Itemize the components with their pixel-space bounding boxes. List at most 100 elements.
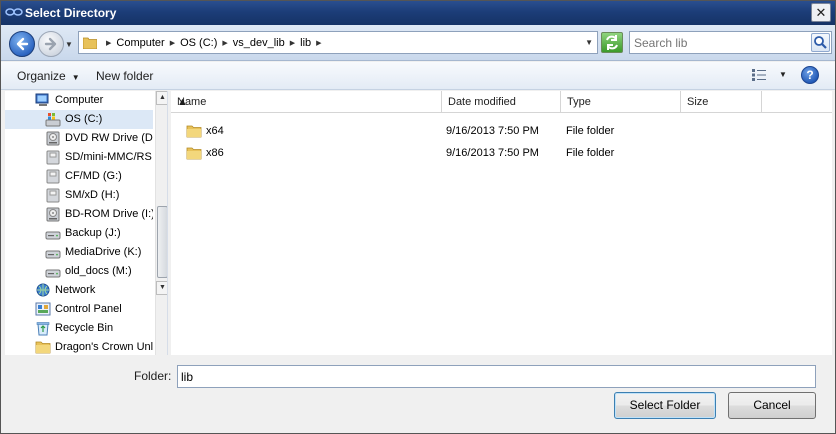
breadcrumb: ▶ Computer ▶ OS (C:) ▶ vs_dev_lib ▶ lib … [101,32,327,53]
navigation-pane[interactable]: Computer OS (C:) DVD RW Drive (D: SD/mini-M… [5,91,168,355]
folder-icon [186,147,202,160]
sidebar-item-mediadrive-k[interactable]: MediaDrive (K:) [5,243,153,262]
command-toolbar: Organize ▼ New folder ▼ ? [1,62,835,90]
select-folder-button[interactable]: Select Folder [614,392,716,419]
folder-field[interactable] [177,365,816,388]
title-bar[interactable]: Select Directory ✕ [1,1,835,25]
forward-button[interactable] [38,31,64,57]
scroll-up-icon[interactable]: ▲ [156,91,167,105]
view-chevron-down-icon[interactable]: ▼ [779,70,787,79]
sidebar-item-label: BD-ROM Drive (I:) [65,208,153,220]
column-header-size[interactable]: Size [681,91,762,113]
sidebar-item-os-c[interactable]: OS (C:) [5,110,153,129]
sidebar-item-computer[interactable]: Computer [5,91,153,110]
organize-menu[interactable]: Organize ▼ [17,69,80,83]
file-date: 9/16/2013 7:50 PM [446,147,539,159]
recent-locations-chevron-down-icon[interactable]: ▼ [65,40,75,49]
close-button[interactable]: ✕ [811,3,831,22]
column-header-size-label: Size [687,96,709,108]
select-directory-dialog: Select Directory ✕ ▼ ▶ Computer ▶ OS (C:… [0,0,836,434]
chevron-right-icon[interactable]: ▶ [222,39,227,47]
folder-input[interactable] [181,368,801,385]
help-button[interactable]: ? [801,66,819,84]
breadcrumb-lib[interactable]: lib [300,37,311,49]
sidebar-item-label: SM/xD (H:) [65,189,120,201]
file-date: 9/16/2013 7:50 PM [446,125,539,137]
chevron-right-icon[interactable]: ▶ [290,39,295,47]
back-button[interactable] [9,31,35,57]
folder-icon [83,37,97,49]
sidebar-item-old-docs-m[interactable]: old_docs (M:) [5,262,153,281]
navigation-scrollbar[interactable]: ▲ ▼ [155,91,167,355]
chevron-right-icon[interactable]: ▶ [170,39,175,47]
back-arrow-icon [16,37,29,51]
search-box[interactable] [629,31,832,54]
file-name: x86 [206,147,224,159]
sidebar-item-backup-j[interactable]: Backup (J:) [5,224,153,243]
hard-drive-icon [45,269,61,278]
refresh-button[interactable] [601,32,623,53]
search-icon [814,36,827,49]
table-row[interactable]: x86 9/16/2013 7:50 PM File folder [171,142,832,164]
close-icon: ✕ [815,5,827,20]
scrollbar-thumb[interactable] [157,206,167,278]
column-header-name[interactable]: Name ▲ [171,91,442,113]
sidebar-item-dragon-s-crown-unlo[interactable]: Dragon's Crown Unlo [5,338,153,355]
column-header-filler [762,91,832,113]
sidebar-item-label: OS (C:) [65,113,103,125]
breadcrumb-os-c[interactable]: OS (C:) [180,37,217,49]
sidebar-item-label: Backup (J:) [65,227,121,239]
column-header-type-label: Type [567,96,591,108]
forward-arrow-icon [44,37,57,51]
sidebar-item-network[interactable]: Network [5,281,153,300]
address-bar[interactable]: ▶ Computer ▶ OS (C:) ▶ vs_dev_lib ▶ lib … [78,31,598,54]
chevron-right-icon[interactable]: ▶ [106,39,111,47]
sidebar-item-recycle-bin[interactable]: Recycle Bin [5,319,153,338]
address-history-chevron-down-icon[interactable]: ▼ [585,38,593,47]
folder-icon [35,341,51,354]
windows-drive-icon [45,113,61,127]
folder-icon [186,125,202,138]
chevron-right-icon[interactable]: ▶ [316,39,321,47]
file-type: File folder [566,125,615,137]
card-drive-icon [46,188,60,203]
sidebar-item-control-panel[interactable]: Control Panel [5,300,153,319]
sidebar-item-bd-rom-drive-i[interactable]: BD-ROM Drive (I:) [5,205,153,224]
sidebar-item-label: Dragon's Crown Unlo [55,341,153,353]
breadcrumb-vs-dev-lib[interactable]: vs_dev_lib [233,37,285,49]
sidebar-item-label: CF/MD (G:) [65,170,122,182]
recycle-bin-icon [36,322,50,336]
view-options-icon[interactable] [751,68,767,82]
search-input[interactable] [634,34,808,51]
column-header-date-modified[interactable]: Date modified [442,91,561,113]
chevron-down-icon: ▼ [71,73,80,82]
organize-label: Organize [17,69,66,83]
sidebar-item-sm-xd-h[interactable]: SM/xD (H:) [5,186,153,205]
new-folder-button[interactable]: New folder [96,69,153,83]
computer-icon [35,93,49,106]
sidebar-item-label: Control Panel [55,303,122,315]
scroll-down-icon[interactable]: ▼ [156,281,167,295]
card-drive-icon [46,150,60,165]
control-panel-icon [35,302,51,316]
sidebar-item-dvd-rw-drive-d[interactable]: DVD RW Drive (D: [5,129,153,148]
new-folder-label: New folder [96,69,154,83]
optical-drive-icon [46,131,60,146]
sidebar-item-sd-mini-mmc-rs[interactable]: SD/mini-MMC/RS ( [5,148,153,167]
sidebar-item-label: Network [55,284,96,296]
sidebar-item-label: DVD RW Drive (D: [65,132,153,144]
hard-drive-icon [45,250,61,259]
column-header-type[interactable]: Type [561,91,681,113]
cancel-button[interactable]: Cancel [728,392,816,419]
sidebar-item-label: MediaDrive (K:) [65,246,142,258]
breadcrumb-computer[interactable]: Computer [116,37,164,49]
refresh-icon [606,35,618,50]
optical-drive-icon [46,207,60,222]
sidebar-item-cf-md-g[interactable]: CF/MD (G:) [5,167,153,186]
file-list[interactable]: Name ▲ Date modified Type Size x64 9/16/… [171,91,832,355]
search-button[interactable] [811,33,830,52]
network-icon [36,283,50,297]
table-row[interactable]: x64 9/16/2013 7:50 PM File folder [171,120,832,142]
file-type: File folder [566,147,615,159]
column-header-date-label: Date modified [448,96,516,108]
